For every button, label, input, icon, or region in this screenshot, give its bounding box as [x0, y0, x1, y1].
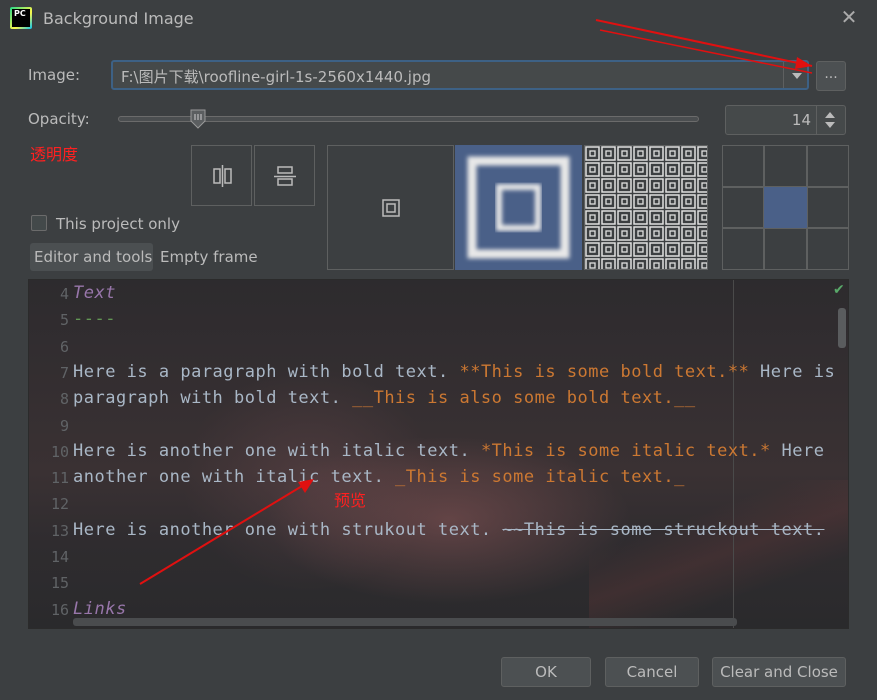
clear-and-close-button[interactable]: Clear and Close — [712, 657, 846, 687]
cancel-button[interactable]: Cancel — [605, 657, 699, 687]
ok-button[interactable]: OK — [501, 657, 591, 687]
annotation-arrows — [139, 19, 813, 585]
